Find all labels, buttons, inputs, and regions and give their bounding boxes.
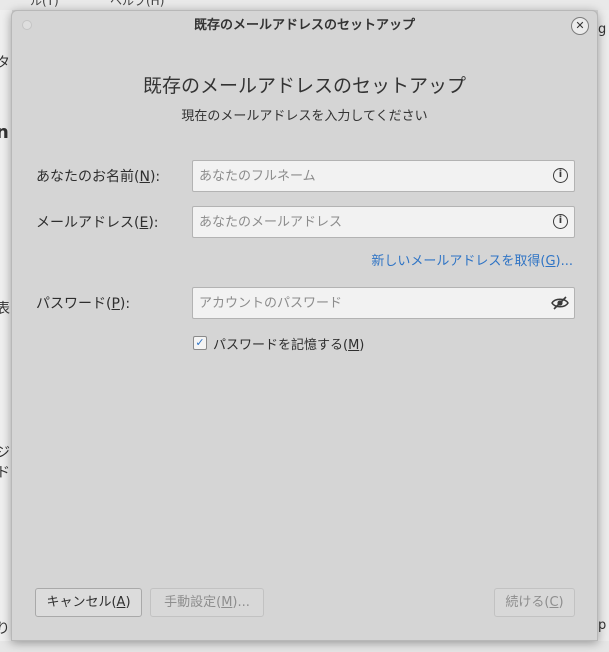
menu-tools-fragment[interactable]: ル(T) <box>30 0 59 9</box>
manual-config-button[interactable]: 手動設定(M)... <box>150 588 264 617</box>
background-right-pane: g p <box>598 10 609 642</box>
name-input[interactable] <box>199 161 539 191</box>
account-setup-dialog: 既存のメールアドレスのセットアップ ✕ 既存のメールアドレスのセットアップ 現在… <box>11 10 598 641</box>
email-input[interactable] <box>199 207 539 237</box>
password-field-box <box>192 287 575 319</box>
bg-fragment: p <box>598 618 607 633</box>
bg-fragment: タ <box>0 55 10 71</box>
remember-password-label[interactable]: パスワードを記憶する(M) <box>213 334 364 353</box>
menu-help-fragment[interactable]: ヘルプ(H) <box>110 0 164 9</box>
page-title: 既存のメールアドレスのセットアップ <box>142 75 466 97</box>
check-icon: ✓ <box>195 336 205 349</box>
info-icon[interactable]: i <box>553 214 568 229</box>
window-menu-dot-icon[interactable] <box>22 20 32 30</box>
email-label: メールアドレス(E): <box>36 215 159 231</box>
cancel-button[interactable]: キャンセル(A) <box>35 588 142 617</box>
name-label: あなたのお名前(N): <box>36 169 161 185</box>
dialog-titlebar: 既存のメールアドレスのセットアップ ✕ <box>12 11 597 41</box>
continue-button[interactable]: 続ける(C) <box>494 588 575 617</box>
name-field-box: i <box>192 160 575 192</box>
get-new-address-link[interactable]: 新しいメールアドレスを取得(G)... <box>371 250 573 269</box>
background-statusbar <box>0 641 609 652</box>
bg-fragment: g <box>598 22 607 37</box>
background-menubar: ル(T) ヘルプ(H) <box>0 0 609 10</box>
dialog-title: 既存のメールアドレスのセットアップ <box>193 18 415 33</box>
bg-fragment: 表 <box>0 301 10 317</box>
password-label: パスワード(P): <box>36 296 131 312</box>
close-button[interactable]: ✕ <box>571 17 589 35</box>
bg-fragment: n <box>0 122 9 143</box>
bg-fragment: ド <box>0 465 10 481</box>
password-input[interactable] <box>199 288 539 318</box>
bg-fragment: ジ <box>0 445 10 461</box>
remember-password-checkbox[interactable]: ✓ <box>193 336 207 350</box>
email-field-box: i <box>192 206 575 238</box>
close-icon: ✕ <box>575 19 585 32</box>
eye-slash-icon[interactable] <box>551 295 569 311</box>
page-subtitle: 現在のメールアドレスを入力してください <box>181 109 428 124</box>
bg-fragment: り <box>0 621 10 637</box>
info-icon[interactable]: i <box>553 168 568 183</box>
